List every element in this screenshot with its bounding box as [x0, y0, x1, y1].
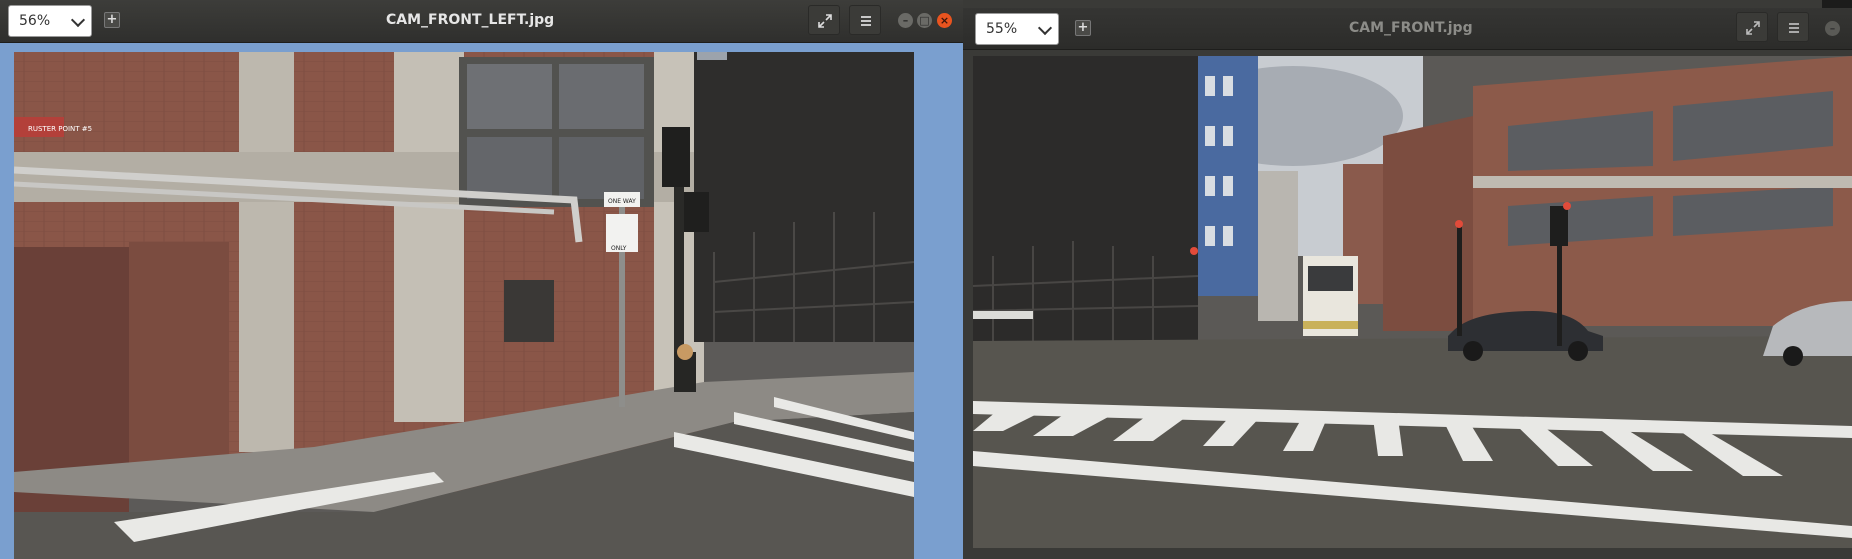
maximize-icon[interactable]: □ [917, 13, 932, 28]
zoom-value-right: 55% [986, 21, 1018, 37]
fullscreen-button-left[interactable] [808, 5, 840, 35]
camera-image-front-left: RUSTER POINT #5 ONE WAY ONLY [14, 52, 914, 559]
fullscreen-icon [818, 14, 832, 28]
titlebar-right[interactable]: 55% + CAM_FRONT.jpg – [963, 8, 1852, 50]
hamburger-menu-icon [1789, 23, 1799, 33]
minimize-icon[interactable]: – [898, 13, 913, 28]
zoom-select-left[interactable]: 56% [8, 5, 92, 37]
image-viewer-window-left: 56% + CAM_FRONT_LEFT.jpg – □ × RUSTER PO… [0, 0, 963, 559]
menu-button-left[interactable] [849, 5, 881, 35]
image-viewer-window-right: 55% + CAM_FRONT.jpg – [963, 0, 1852, 559]
hamburger-menu-icon [861, 16, 871, 26]
zoom-select-right[interactable]: 55% [975, 13, 1059, 45]
fullscreen-button-right[interactable] [1736, 12, 1768, 42]
chevron-down-icon [70, 12, 86, 28]
window-title-right: CAM_FRONT.jpg [1349, 20, 1473, 36]
menu-button-right[interactable] [1777, 12, 1809, 42]
close-icon[interactable]: × [937, 13, 952, 28]
sign-text-only: ONLY [611, 245, 627, 252]
plus-icon[interactable]: + [1075, 20, 1091, 36]
titlebar-left[interactable]: 56% + CAM_FRONT_LEFT.jpg – □ × [0, 0, 963, 43]
window-edge [1822, 0, 1852, 8]
plus-icon[interactable]: + [104, 12, 120, 28]
street-scene-front [973, 56, 1852, 548]
sign-text-small: RUSTER POINT #5 [28, 125, 92, 133]
street-scene-front-left: RUSTER POINT #5 ONE WAY ONLY [14, 52, 914, 559]
window-title-left: CAM_FRONT_LEFT.jpg [386, 12, 555, 28]
minimize-icon[interactable]: – [1825, 21, 1840, 36]
chevron-down-icon [1037, 20, 1053, 36]
fullscreen-icon [1746, 21, 1760, 35]
zoom-value-left: 56% [19, 13, 51, 29]
camera-image-front [973, 56, 1852, 548]
sign-text-one-way: ONE WAY [608, 198, 636, 205]
